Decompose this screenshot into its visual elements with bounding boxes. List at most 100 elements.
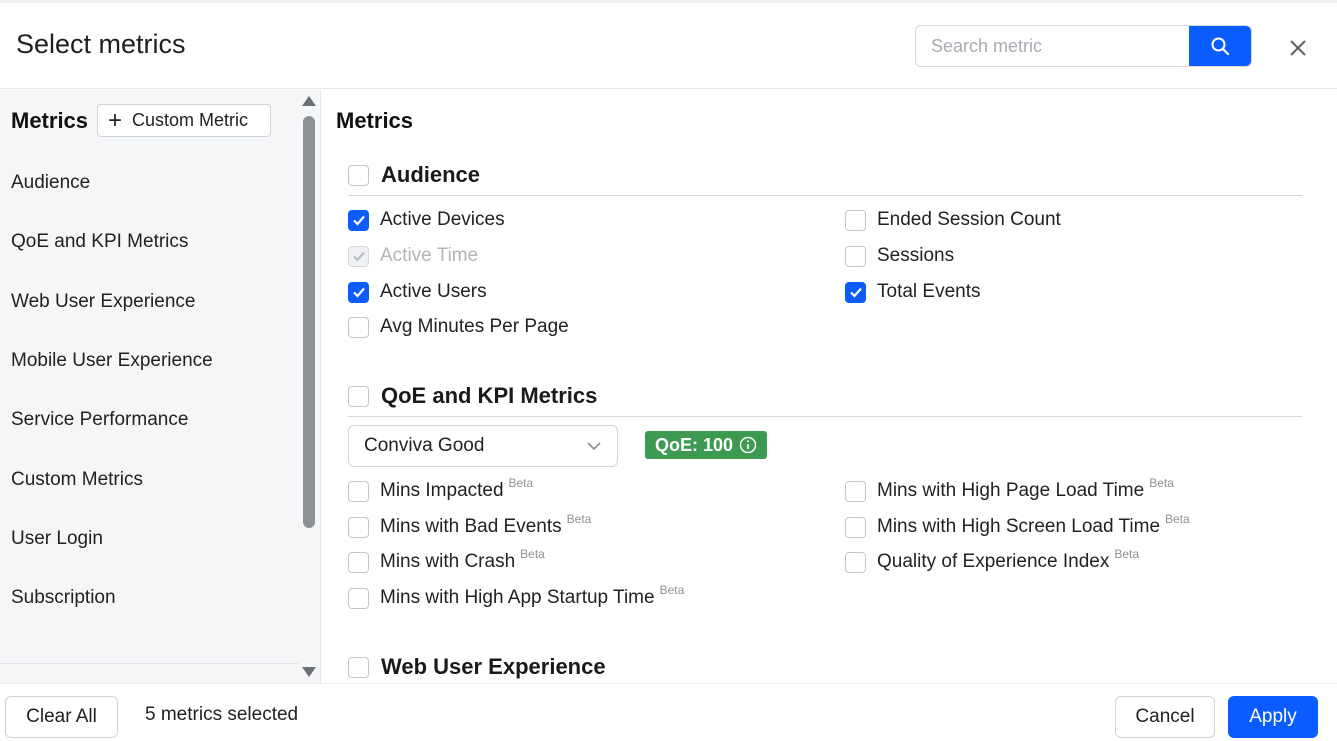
modal-footer: Clear All 5 metrics selected Cancel Appl…	[0, 683, 1337, 741]
checkbox[interactable]	[348, 551, 369, 573]
checkbox[interactable]	[348, 209, 369, 231]
sidebar-item-qoe-kpi[interactable]: QoE and KPI Metrics	[11, 231, 188, 253]
checkbox[interactable]	[845, 551, 866, 573]
sidebar-item-user-login[interactable]: User Login	[11, 528, 103, 550]
metric-label: Mins with High App Startup Time	[380, 587, 655, 608]
scroll-down-arrow-icon[interactable]	[302, 667, 316, 677]
sidebar-item-subscription[interactable]: Subscription	[11, 587, 116, 609]
section-qoe-checkbox[interactable]	[348, 385, 369, 407]
close-icon	[1290, 40, 1306, 56]
checkmark-icon	[352, 287, 365, 298]
section-audience-checkbox[interactable]	[348, 164, 369, 186]
metric-label: Active Users	[380, 281, 487, 302]
metric-label: Total Events	[877, 281, 981, 302]
checkbox[interactable]	[348, 480, 369, 502]
beta-tag: Beta	[659, 583, 685, 597]
section-title: Audience	[381, 162, 481, 187]
metric-label: Ended Session Count	[877, 209, 1061, 230]
checkbox[interactable]	[845, 480, 866, 502]
info-icon[interactable]	[739, 436, 757, 454]
metric-quality-of-experience-index[interactable]: Quality of Experience Index Beta	[845, 547, 1140, 574]
beta-tag: Beta	[520, 547, 545, 561]
beta-tag: Beta	[1149, 476, 1174, 490]
metric-mins-high-page-load[interactable]: Mins with High Page Load Time Beta	[845, 476, 1174, 503]
divider	[0, 663, 298, 664]
metric-mins-high-app-startup[interactable]: Mins with High App Startup Time Beta	[348, 583, 685, 610]
metric-label: Sessions	[877, 245, 955, 266]
sidebar-scrollbar[interactable]	[298, 90, 321, 683]
metric-label: Mins with High Page Load Time	[877, 480, 1145, 501]
close-button[interactable]	[1286, 36, 1310, 60]
metric-label: Mins with Crash	[380, 551, 516, 572]
selected-count-text: 5 metrics selected	[145, 704, 299, 725]
metric-mins-crash[interactable]: Mins with Crash Beta	[348, 547, 545, 574]
divider	[348, 195, 1302, 196]
add-custom-metric-button[interactable]: + Custom Metric	[97, 104, 271, 137]
metric-mins-bad-events[interactable]: Mins with Bad Events Beta	[348, 512, 591, 539]
metric-label: Avg Minutes Per Page	[380, 316, 569, 337]
checkbox[interactable]	[845, 516, 866, 538]
sidebar-item-web-user-experience[interactable]: Web User Experience	[11, 291, 195, 313]
section-web-checkbox[interactable]	[348, 656, 369, 678]
checkbox[interactable]	[348, 316, 369, 338]
checkmark-icon	[849, 287, 862, 298]
checkbox[interactable]	[845, 209, 866, 231]
qoe-score-badge: QoE: 100	[645, 431, 768, 459]
checkbox[interactable]	[348, 516, 369, 538]
qoe-profile-dropdown[interactable]: Conviva Good	[348, 425, 618, 467]
metric-ended-session-count[interactable]: Ended Session Count	[845, 208, 1061, 232]
metric-active-time: Active Time	[348, 244, 478, 268]
metric-mins-impacted[interactable]: Mins Impacted Beta	[348, 476, 534, 503]
metric-active-users[interactable]: Active Users	[348, 280, 487, 304]
section-web-header: Web User Experience	[348, 652, 606, 682]
search-icon	[1211, 37, 1230, 56]
metric-label: Mins with Bad Events	[380, 516, 562, 537]
chevron-down-icon	[587, 442, 601, 451]
search-button[interactable]	[1189, 26, 1251, 66]
page-title: Select metrics	[16, 29, 186, 59]
section-audience-header: Audience	[348, 160, 480, 190]
beta-tag: Beta	[508, 476, 534, 490]
checkbox[interactable]	[845, 281, 866, 303]
sidebar-item-mobile-user-experience[interactable]: Mobile User Experience	[11, 350, 213, 372]
metric-mins-high-screen-load[interactable]: Mins with High Screen Load Time Beta	[845, 512, 1190, 539]
metric-sessions[interactable]: Sessions	[845, 244, 954, 268]
search-input[interactable]	[916, 26, 1191, 66]
beta-tag: Beta	[1114, 547, 1140, 561]
scrollbar-thumb[interactable]	[303, 116, 315, 528]
modal-header: Select metrics	[0, 3, 1337, 89]
section-title: Web User Experience	[381, 654, 606, 679]
beta-tag: Beta	[1165, 512, 1190, 526]
scroll-up-arrow-icon[interactable]	[302, 96, 316, 106]
sidebar-heading: Metrics	[11, 108, 89, 133]
checkbox[interactable]	[348, 281, 369, 303]
clear-all-button[interactable]: Clear All	[5, 696, 118, 738]
metric-total-events[interactable]: Total Events	[845, 280, 981, 304]
sidebar-item-service-performance[interactable]: Service Performance	[11, 409, 188, 431]
metric-label: Active Devices	[380, 209, 505, 230]
metric-active-devices[interactable]: Active Devices	[348, 208, 505, 232]
cancel-button[interactable]: Cancel	[1115, 696, 1215, 738]
checkbox[interactable]	[845, 245, 866, 267]
checkbox[interactable]	[348, 587, 369, 609]
sidebar-item-custom-metrics[interactable]: Custom Metrics	[11, 469, 143, 491]
checkbox	[348, 245, 369, 267]
custom-metric-label: Custom Metric	[132, 110, 249, 130]
checkmark-icon	[352, 215, 365, 226]
plus-icon: +	[108, 106, 123, 134]
divider	[348, 416, 1302, 417]
panel-heading: Metrics	[336, 108, 414, 133]
metric-label: Quality of Experience Index	[877, 551, 1110, 572]
metric-avg-minutes-per-page[interactable]: Avg Minutes Per Page	[348, 315, 569, 339]
badge-text: QoE: 100	[655, 434, 734, 455]
metric-label: Active Time	[380, 245, 479, 266]
sidebar-item-audience[interactable]: Audience	[11, 172, 90, 194]
metric-label: Mins Impacted	[380, 480, 504, 501]
metric-label: Mins with High Screen Load Time	[877, 516, 1161, 537]
apply-button[interactable]: Apply	[1228, 696, 1318, 738]
metrics-sidebar: Metrics + Custom Metric Audience QoE and…	[0, 90, 298, 683]
search-box	[915, 25, 1252, 67]
section-qoe-header: QoE and KPI Metrics	[348, 381, 597, 411]
checkmark-icon	[352, 251, 365, 262]
dropdown-value: Conviva Good	[364, 435, 485, 456]
